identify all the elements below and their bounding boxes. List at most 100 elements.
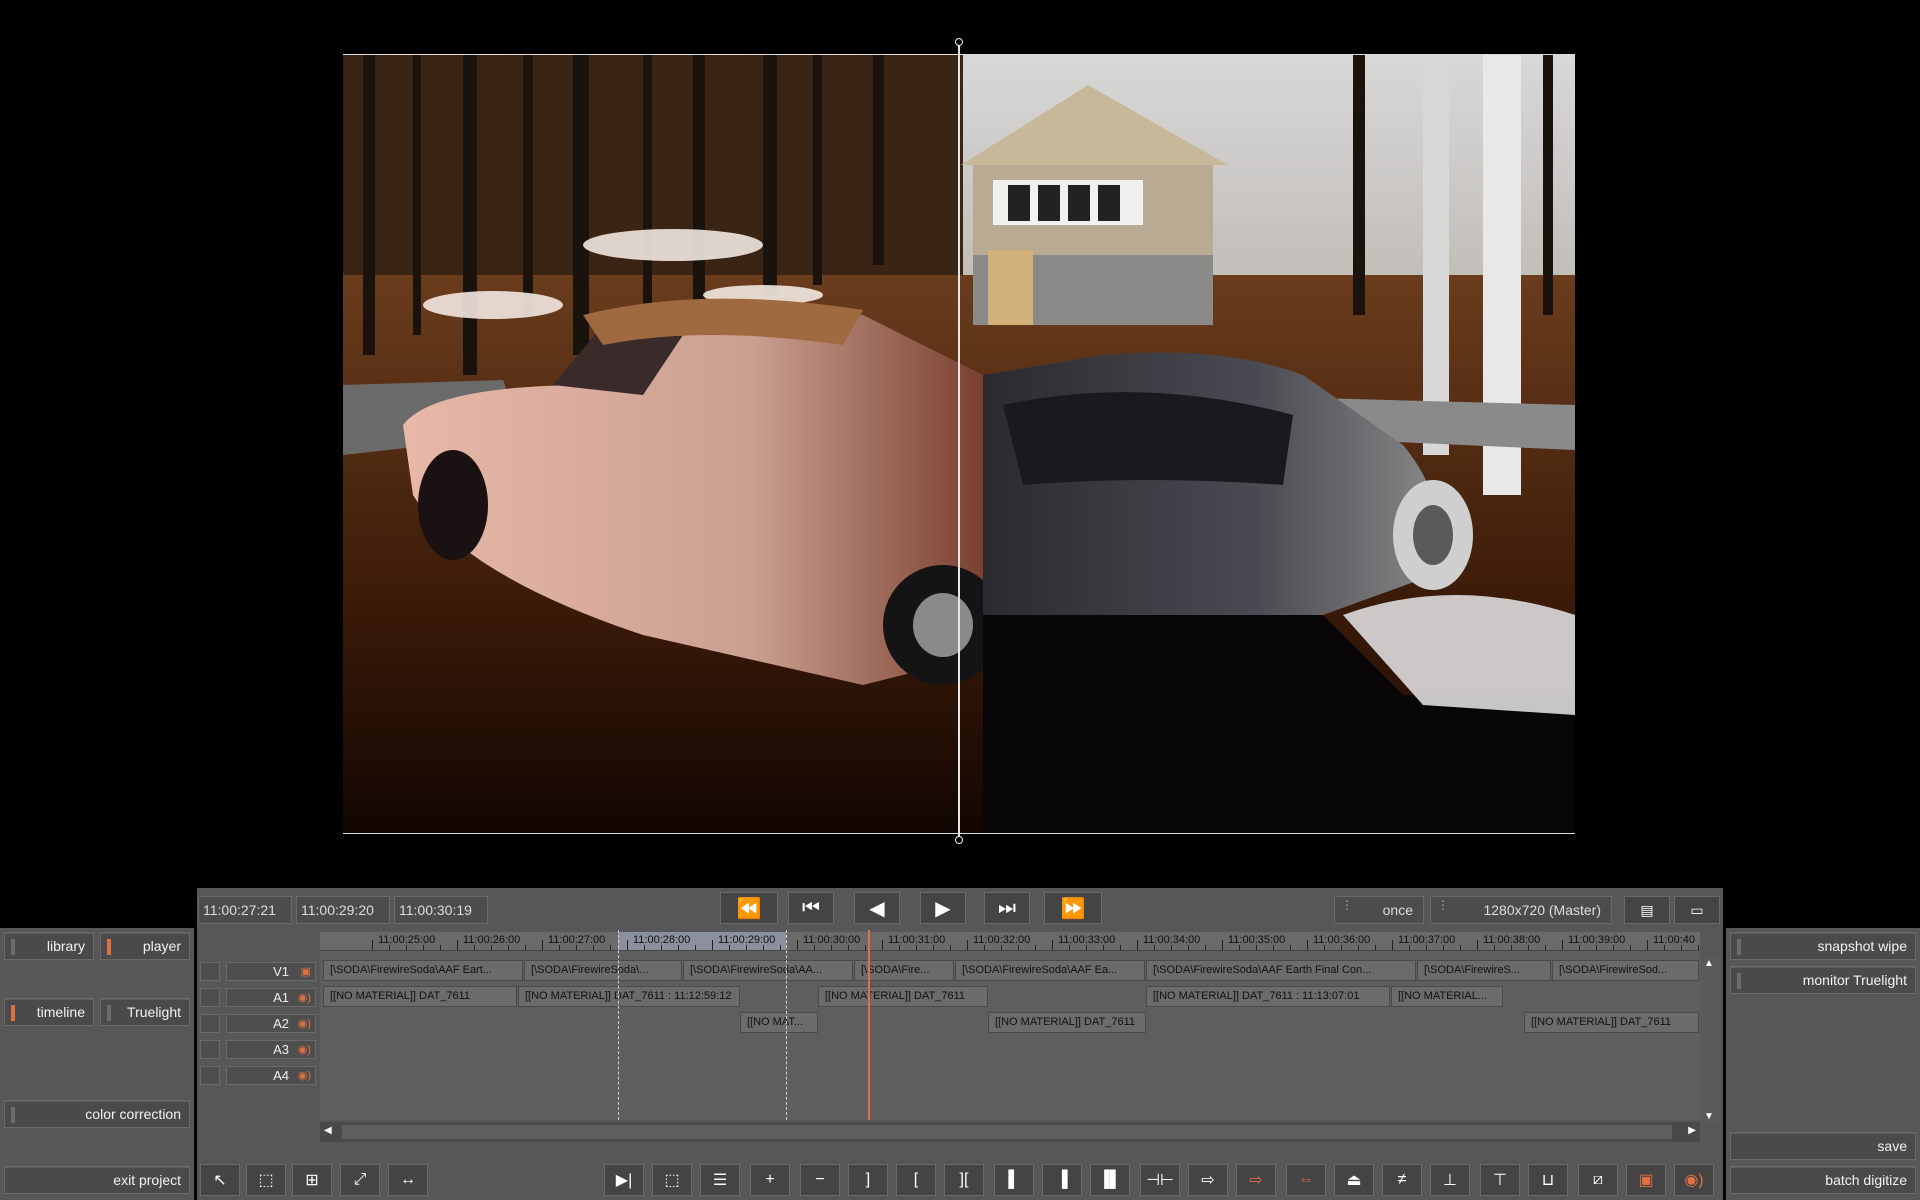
track-lock[interactable] xyxy=(200,1066,220,1085)
track-header-a2[interactable]: A2 ◉) xyxy=(226,1014,316,1033)
speaker-icon[interactable]: ◉) xyxy=(298,991,311,1004)
speaker-icon[interactable]: ◉) xyxy=(298,1043,311,1056)
track-lock[interactable] xyxy=(200,988,220,1007)
timecode-current[interactable]: 11:00:29:20 xyxy=(296,896,390,924)
raise-button[interactable]: ⊤ xyxy=(1480,1164,1520,1196)
track-header-a4[interactable]: A4 ◉) xyxy=(226,1066,316,1085)
wipe-divider[interactable] xyxy=(958,40,960,842)
ripple-button[interactable]: ⇔ xyxy=(1286,1164,1326,1196)
trim-button[interactable]: ⊔ xyxy=(1528,1164,1568,1196)
snapshot-wipe-button[interactable]: snapshot wipe xyxy=(1730,932,1916,960)
go-to-end-button[interactable]: ⏭ xyxy=(984,892,1030,924)
list-button[interactable]: ☰ xyxy=(700,1164,740,1196)
overwrite-button[interactable]: ⇨ xyxy=(1236,1164,1276,1196)
play-to-mark-button[interactable]: ▶| xyxy=(604,1164,644,1196)
not-equal-button[interactable]: ≠ xyxy=(1382,1164,1422,1196)
rewind-button[interactable]: ⏪ xyxy=(720,892,778,924)
video-clip[interactable]: [\SODA\FirewireSoda\AAF Earth Final Con.… xyxy=(1146,960,1416,981)
layout-full-button[interactable]: ▭ xyxy=(1674,896,1720,924)
video-clip[interactable]: [\SODA\FirewireSoda\... xyxy=(524,960,682,981)
video-clip[interactable]: [\SODA\FirewireSoda\AA... xyxy=(683,960,853,981)
split-right-button[interactable]: ▐ xyxy=(1042,1164,1082,1196)
scroll-right-icon[interactable]: ▶ xyxy=(1688,1125,1696,1136)
extract-button[interactable]: ⊥ xyxy=(1430,1164,1470,1196)
audio-clip[interactable]: [[NO MATERIAL]] DAT_7611 : 11:13:07:01 xyxy=(1146,986,1390,1007)
audio-clip[interactable]: [[NO MAT... xyxy=(740,1012,818,1033)
mark-in-button[interactable]: [ xyxy=(896,1164,936,1196)
exit-project-button[interactable]: exit project xyxy=(4,1166,190,1194)
timeline-ruler[interactable]: 11:00:25:00 11:00:26:00 11:00:27:00 11:0… xyxy=(320,932,1700,951)
audio-scrub-button[interactable]: ◉) xyxy=(1674,1164,1714,1196)
snap-button[interactable]: ▣ xyxy=(1626,1164,1666,1196)
color-correction-button[interactable]: color correction xyxy=(4,1100,190,1128)
monitor-truelight-button[interactable]: monitor Truelight xyxy=(1730,966,1916,994)
split-center-button[interactable]: ▐▌ xyxy=(1090,1164,1130,1196)
zoom-fit-button[interactable]: ⤢ xyxy=(340,1164,380,1196)
zoom-in-button[interactable]: + xyxy=(750,1164,790,1196)
audio-clip[interactable]: [[NO MATERIAL]] DAT_7611 : 11:12:59:12 xyxy=(518,986,740,1007)
track-lock[interactable] xyxy=(200,962,220,981)
playhead[interactable] xyxy=(868,930,870,1120)
resolution-select[interactable]: ⋮ 1280x720 (Master) xyxy=(1430,896,1612,924)
fast-forward-button[interactable]: ⏩ xyxy=(1044,892,1102,924)
mark-out-button[interactable]: ] xyxy=(848,1164,888,1196)
ruler-tick xyxy=(508,945,509,950)
razor-button[interactable]: ⊣⊢ xyxy=(1140,1164,1180,1196)
audio-clip[interactable]: [[NO MATERIAL]] DAT_7611 xyxy=(1524,1012,1699,1033)
timeline-button[interactable]: timeline xyxy=(4,998,94,1026)
speaker-icon[interactable]: ◉) xyxy=(298,1017,311,1030)
audio-clip[interactable]: [[NO MATERIAL]] DAT_7611 xyxy=(818,986,988,1007)
select-tool-button[interactable]: ↖ xyxy=(200,1164,240,1196)
zoom-out-button[interactable]: − xyxy=(800,1164,840,1196)
track-header-v1[interactable]: V1 ▣ xyxy=(226,962,316,981)
truelight-button[interactable]: Truelight xyxy=(100,998,190,1026)
track-lock[interactable] xyxy=(200,1014,220,1033)
video-monitor-icon[interactable]: ▣ xyxy=(301,965,311,978)
scroll-thumb[interactable] xyxy=(342,1125,1672,1139)
video-clip[interactable]: [\SODA\FirewireS... xyxy=(1417,960,1551,981)
timecode-out[interactable]: 11:00:30:19 xyxy=(394,896,488,924)
timecode-in[interactable]: 11:00:27:21 xyxy=(198,896,292,924)
insert-button[interactable]: ⇨ xyxy=(1188,1164,1228,1196)
audio-clip[interactable]: [[NO MATERIAL... xyxy=(1391,986,1503,1007)
stretch-button[interactable]: ↔ xyxy=(388,1164,428,1196)
slip-button[interactable]: ⧄ xyxy=(1578,1164,1618,1196)
scroll-left-icon[interactable]: ◀ xyxy=(324,1125,332,1136)
video-clip[interactable]: [\SODA\FirewireSoda\AAF Ea... xyxy=(955,960,1145,981)
ruler-tick xyxy=(542,940,543,950)
mark-clip-button[interactable]: ][ xyxy=(944,1164,984,1196)
ruler-tick xyxy=(1239,945,1240,950)
go-to-start-button[interactable]: ⏮ xyxy=(788,892,834,924)
library-button[interactable]: library xyxy=(4,932,94,960)
track-lock[interactable] xyxy=(200,1040,220,1059)
play-reverse-button[interactable]: ◀ xyxy=(854,892,900,924)
ruler-tick xyxy=(1188,945,1189,950)
timeline-tracks[interactable]: 11:00:25:00 11:00:26:00 11:00:27:00 11:0… xyxy=(320,932,1700,1120)
scroll-down-icon[interactable]: ▼ xyxy=(1704,1111,1714,1122)
wipe-handle-top[interactable] xyxy=(955,38,963,46)
layout-split-button[interactable]: ▤ xyxy=(1624,896,1670,924)
scroll-up-icon[interactable]: ▲ xyxy=(1704,958,1714,969)
save-button[interactable]: save xyxy=(1730,1132,1916,1160)
batch-digitize-button[interactable]: batch digitize xyxy=(1730,1166,1916,1194)
ruler-tick xyxy=(1358,945,1359,950)
lift-button[interactable]: ⏏ xyxy=(1334,1164,1374,1196)
track-header-a1[interactable]: A1 ◉) xyxy=(226,988,316,1007)
audio-clip[interactable]: [[NO MATERIAL]] DAT_7611 xyxy=(323,986,517,1007)
video-clip[interactable]: [\SODA\FirewireSoda\AAF Eart... xyxy=(323,960,523,981)
split-left-button[interactable]: ▌ xyxy=(994,1164,1034,1196)
timeline-horizontal-scrollbar[interactable]: ◀ ▶ xyxy=(320,1122,1700,1142)
play-button[interactable]: ▶ xyxy=(920,892,966,924)
multi-select-tool-button[interactable]: ⊞ xyxy=(292,1164,332,1196)
track-header-a3[interactable]: A3 ◉) xyxy=(226,1040,316,1059)
video-clip[interactable]: [\SODA\FirewireSod... xyxy=(1552,960,1699,981)
truelight-label: Truelight xyxy=(127,1004,181,1020)
timeline-vertical-scrollbar[interactable]: ▲ ▼ xyxy=(1700,956,1720,1124)
lasso-tool-button[interactable]: ⬚ xyxy=(246,1164,286,1196)
player-button[interactable]: player xyxy=(100,932,190,960)
marquee-button[interactable]: ⬚ xyxy=(652,1164,692,1196)
speaker-icon[interactable]: ◉) xyxy=(298,1069,311,1082)
wipe-handle-bottom[interactable] xyxy=(955,836,963,844)
loop-mode-select[interactable]: ⋮ once xyxy=(1334,896,1424,924)
audio-clip[interactable]: [[NO MATERIAL]] DAT_7611 xyxy=(988,1012,1146,1033)
